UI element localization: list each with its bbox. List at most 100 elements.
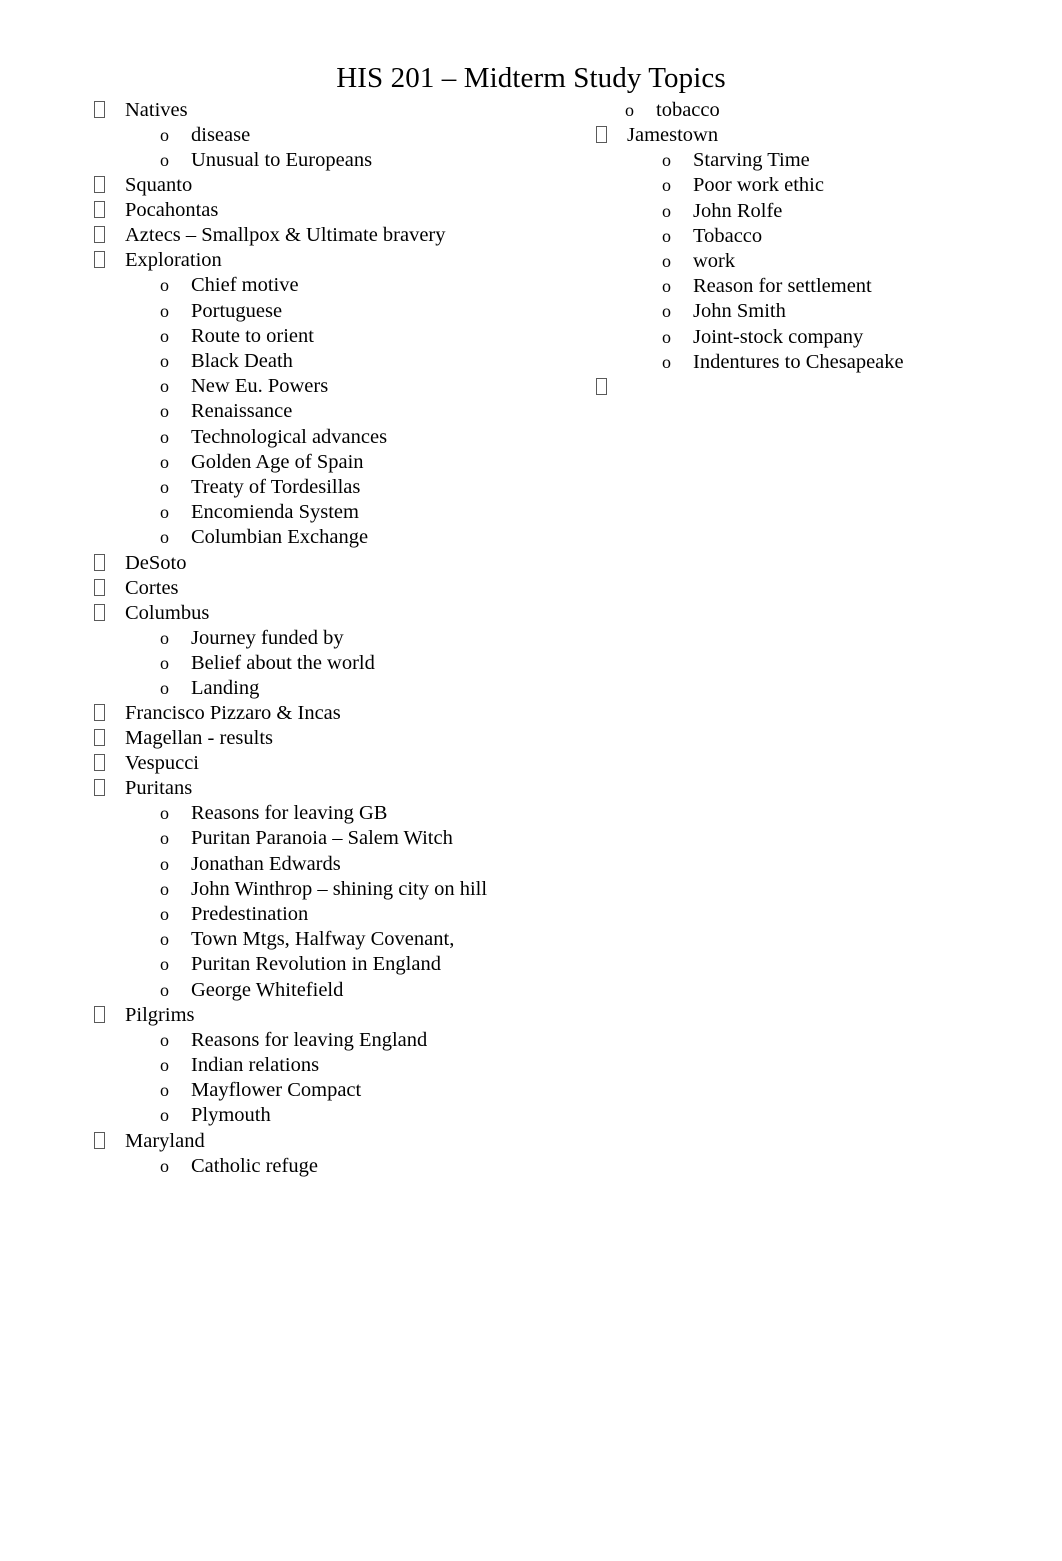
square-bullet-icon <box>94 701 110 726</box>
list-item-level2: o Puritan Paranoia – Salem Witch <box>158 826 508 851</box>
circle-bullet-icon: o <box>160 325 169 346</box>
list-item-level2: o Belief about the world <box>158 651 508 676</box>
list-item-label: Natives <box>125 99 188 121</box>
list-item-level2: o Mayflower Compact <box>158 1078 508 1103</box>
circle-bullet-icon: o <box>662 326 671 347</box>
circle-bullet-icon: o <box>160 1029 169 1050</box>
circle-bullet-icon: o <box>160 904 169 925</box>
list-item-label: Pocahontas <box>125 199 219 222</box>
sub-bullet-list: o disease o Unusual to Europeans <box>125 123 508 173</box>
list-item-label: Puritan Revolution in England <box>191 953 441 976</box>
list-item-label: tobacco <box>656 99 720 121</box>
list-item-level1: Squanto <box>88 173 508 198</box>
circle-bullet-icon: o <box>160 401 169 422</box>
list-item-label: Reasons for leaving GB <box>191 802 388 825</box>
list-item-label: Reasons for leaving England <box>191 1028 428 1051</box>
list-item-label: Exploration <box>125 249 222 272</box>
circle-bullet-icon: o <box>662 225 671 246</box>
list-item-level1: Pilgrims o Reasons for leaving England o Ind… <box>88 1003 508 1129</box>
list-item-label: Aztecs – Smallpox & Ultimate bravery <box>125 224 446 247</box>
list-item-level1: Maryland o Catholic refuge <box>88 1129 508 1179</box>
list-item-level1: Francisco Pizzaro & Incas <box>88 701 508 726</box>
list-item-level2: o Puritan Revolution in England <box>158 952 508 977</box>
list-item-level2: o Reason for settlement <box>660 274 1010 299</box>
list-item-level2: o Chief motive <box>158 273 508 298</box>
list-item-level2: o Technological advances <box>158 425 508 450</box>
circle-bullet-icon: o <box>160 1055 169 1076</box>
list-item-level2: o Indentures to Chesapeake <box>660 350 1010 375</box>
circle-bullet-icon: o <box>662 150 671 171</box>
list-item-label: Treaty of Tordesillas <box>191 476 361 499</box>
list-item-label: Maryland <box>125 1129 205 1152</box>
list-item-level2: o Starving Time <box>660 148 1010 173</box>
sub-bullet-list: o Catholic refuge <box>125 1154 508 1179</box>
square-bullet-icon <box>94 551 110 576</box>
list-item-level1: Aztecs – Smallpox & Ultimate bravery <box>88 223 508 248</box>
list-item-label: Route to orient <box>191 324 314 347</box>
list-item-label: Columbian Exchange <box>191 526 369 549</box>
list-item-label: Mayflower Compact <box>191 1079 362 1102</box>
list-item-label: Plymouth <box>191 1104 271 1127</box>
square-bullet-icon <box>94 198 110 223</box>
circle-bullet-icon: o <box>625 100 634 120</box>
list-item-label: George Whitefield <box>191 978 344 1001</box>
list-item-label: Cortes <box>125 576 179 599</box>
list-item-level1: Natives o disease o Unusual to Europeans <box>88 98 508 173</box>
list-item-level2: o Jonathan Edwards <box>158 852 508 877</box>
list-item-level2: o Golden Age of Spain <box>158 450 508 475</box>
square-bullet-icon <box>94 248 110 273</box>
circle-bullet-icon: o <box>160 979 169 1000</box>
list-item-level2: o Reasons for leaving England <box>158 1028 508 1053</box>
circle-bullet-icon: o <box>160 275 169 296</box>
list-item-level2: o Joint-stock company <box>660 325 1010 350</box>
circle-bullet-icon: o <box>160 125 169 145</box>
list-item-label: Poor work ethic <box>693 174 824 197</box>
circle-bullet-icon: o <box>160 1080 169 1101</box>
list-item-label: DeSoto <box>125 551 187 574</box>
list-item-label: Jamestown <box>627 124 719 147</box>
list-item-level2: o Columbian Exchange <box>158 525 508 550</box>
sub-bullet-list: o tobacco <box>590 98 1010 123</box>
sub-bullet-list: o Reasons for leaving GB o Puritan Paranoia… <box>125 801 508 1003</box>
list-item-label: Puritan Paranoia – Salem Witch <box>191 827 453 850</box>
list-item-level2: o Reasons for leaving GB <box>158 801 508 826</box>
list-item-level1 <box>590 375 1010 400</box>
list-item-label: Puritans <box>125 777 193 800</box>
left-column: Natives o disease o Unusual to Europeans Squa… <box>88 98 508 1179</box>
list-item-level1: Magellan - results <box>88 726 508 751</box>
square-bullet-icon <box>94 173 110 198</box>
list-item-label: Jonathan Edwards <box>191 852 341 875</box>
square-bullet-icon <box>94 601 110 626</box>
circle-bullet-icon: o <box>160 477 169 498</box>
list-item-label: Tobacco <box>693 224 763 247</box>
circle-bullet-icon: o <box>160 1155 169 1176</box>
circle-bullet-icon: o <box>160 300 169 321</box>
list-item-label: Vespucci <box>125 752 200 775</box>
circle-bullet-icon: o <box>662 351 671 372</box>
circle-bullet-icon: o <box>662 276 671 297</box>
list-item-label: John Rolfe <box>693 199 783 222</box>
list-item-level2: o Indian relations <box>158 1053 508 1078</box>
list-item-label: John Winthrop – shining city on hill <box>191 877 488 900</box>
circle-bullet-icon: o <box>662 301 671 322</box>
continued-item-wrapper: o tobacco <box>590 98 1010 123</box>
page-title: HIS 201 – Midterm Study Topics <box>336 62 726 94</box>
list-item-level2: o tobacco <box>623 98 1010 123</box>
list-item-label: Starving Time <box>693 149 810 172</box>
list-item-label: Magellan - results <box>125 727 274 750</box>
sub-bullet-list: o Starving Time o Poor work ethic o John Rolf… <box>627 148 1010 375</box>
list-item-label: disease <box>191 124 251 146</box>
list-item-label: Golden Age of Spain <box>191 450 364 473</box>
circle-bullet-icon: o <box>160 527 169 548</box>
list-item-label: Renaissance <box>191 400 293 423</box>
circle-bullet-icon: o <box>160 426 169 447</box>
document-page: HIS 201 – Midterm Study Topics Natives o d… <box>0 0 1062 1561</box>
list-item-level2: o Unusual to Europeans <box>158 148 508 173</box>
list-item-level2: o Treaty of Tordesillas <box>158 475 508 500</box>
list-item-label: John Smith <box>693 300 786 323</box>
list-item-label: Catholic refuge <box>191 1154 318 1177</box>
circle-bullet-icon: o <box>160 150 169 171</box>
list-item-label: Encomienda System <box>191 501 359 524</box>
list-item-level2: o Portuguese <box>158 299 508 324</box>
square-bullet-icon <box>94 776 110 801</box>
